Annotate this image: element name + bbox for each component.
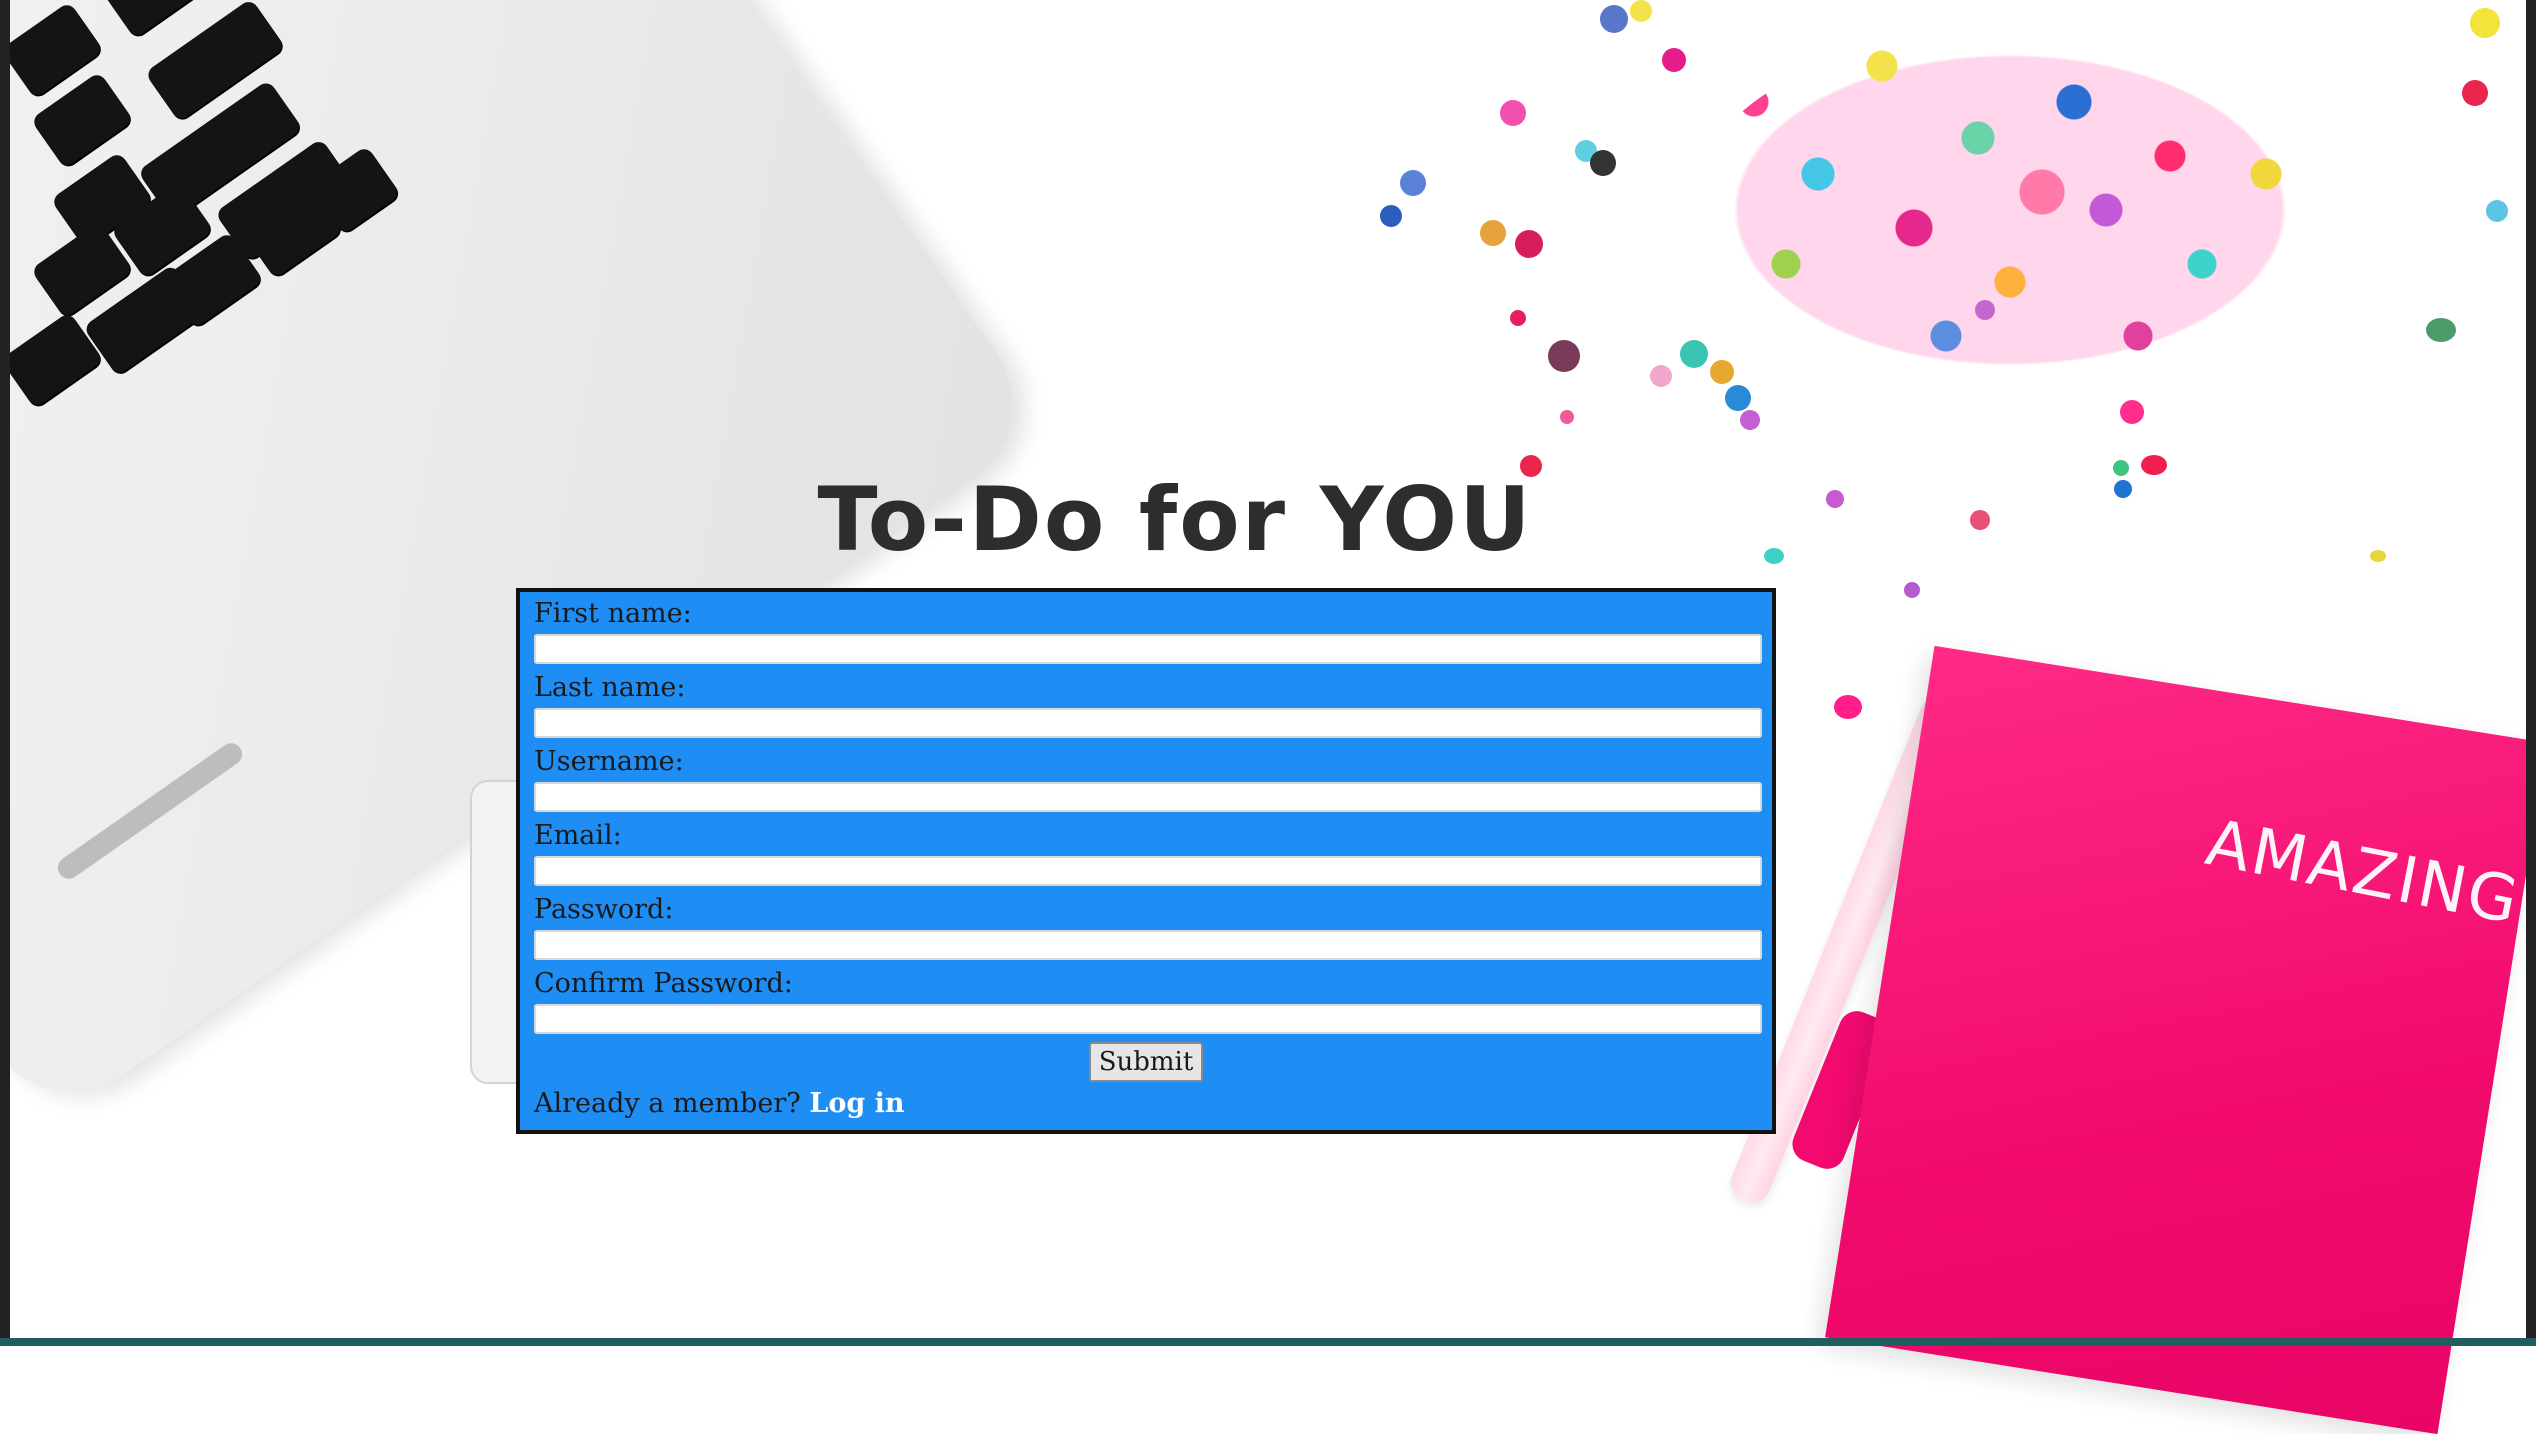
window-left-edge bbox=[0, 0, 10, 1346]
confirm-password-field[interactable] bbox=[534, 1004, 1762, 1034]
window-bottom-edge bbox=[0, 1338, 2536, 1346]
submit-row: Submit bbox=[534, 1042, 1758, 1086]
last-name-field[interactable] bbox=[534, 708, 1762, 738]
notebook-text: AMAZING bbox=[2200, 806, 2526, 940]
window-right-edge bbox=[2526, 0, 2536, 1346]
last-name-label: Last name: bbox=[534, 672, 686, 703]
first-name-label: First name: bbox=[534, 598, 692, 629]
login-link[interactable]: Log in bbox=[809, 1088, 904, 1119]
username-field[interactable] bbox=[534, 782, 1762, 812]
submit-button[interactable]: Submit bbox=[1088, 1042, 1204, 1082]
confirm-password-label: Confirm Password: bbox=[534, 968, 793, 999]
email-label: Email: bbox=[534, 820, 622, 851]
notebook-image: AMAZING bbox=[1825, 645, 2536, 1434]
page-title: To-Do for YOU bbox=[817, 468, 1533, 571]
password-label: Password: bbox=[534, 894, 674, 925]
username-label: Username: bbox=[534, 746, 684, 777]
member-prompt-text: Already a member? bbox=[534, 1088, 801, 1119]
email-field[interactable] bbox=[534, 856, 1762, 886]
first-name-field[interactable] bbox=[534, 634, 1762, 664]
member-prompt-row: Already a member? Log in bbox=[534, 1088, 1758, 1119]
signup-form: First name: Last name: Username: Email: … bbox=[516, 588, 1776, 1134]
password-field[interactable] bbox=[534, 930, 1762, 960]
